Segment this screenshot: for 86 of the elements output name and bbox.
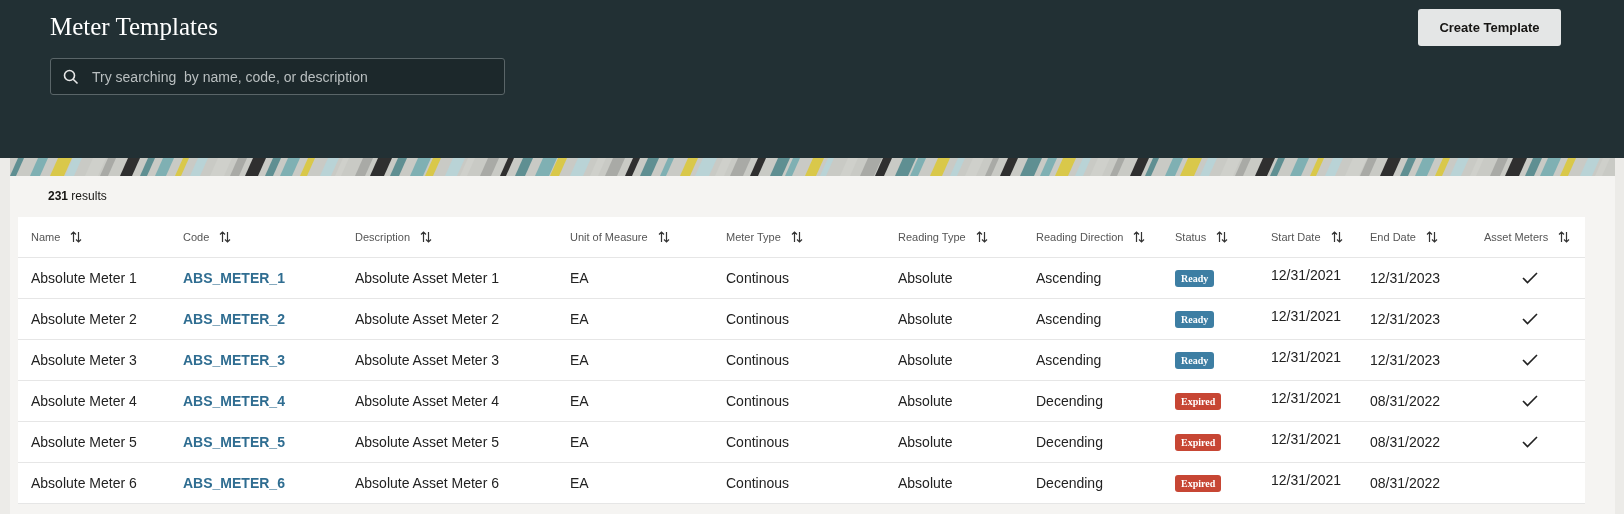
table-cell-text: EA	[570, 434, 590, 450]
table-cell-text: Absolute Asset Meter 2	[355, 311, 500, 327]
column-header[interactable]: Status	[1175, 231, 1271, 243]
code-link[interactable]: ABS_METER_1	[183, 270, 285, 286]
table-cell-text: Continous	[726, 393, 791, 409]
table-cell-text: 12/31/2021	[1271, 348, 1343, 365]
status-badge: Ready	[1175, 311, 1215, 328]
column-header[interactable]: Name	[31, 231, 183, 243]
table-cell-text: Absolute Meter 5	[31, 434, 138, 450]
sort-icon	[1330, 231, 1343, 243]
table-cell-text: Absolute Meter 3	[31, 352, 138, 368]
column-header[interactable]: Unit of Measure	[570, 231, 726, 243]
table-cell-text: Absolute	[898, 393, 954, 409]
code-link[interactable]: ABS_METER_3	[183, 352, 285, 368]
table-cell-text: EA	[570, 393, 590, 409]
column-header[interactable]: Reading Type	[898, 231, 1036, 243]
code-link[interactable]: ABS_METER_4	[183, 393, 285, 409]
table-cell-text: 12/31/2021	[1271, 266, 1343, 283]
sort-icon	[1425, 231, 1438, 243]
sort-icon	[975, 231, 988, 243]
table-cell-text: EA	[570, 475, 590, 491]
table-cell-text: Continous	[726, 270, 791, 286]
table-cell-text: Continous	[726, 311, 791, 327]
table-cell-text: Decending	[1036, 434, 1104, 450]
column-header[interactable]: Meter Type	[726, 231, 898, 243]
column-header[interactable]: Start Date	[1271, 231, 1370, 243]
sort-icon	[1558, 231, 1571, 243]
results-count: 231 results	[48, 189, 108, 205]
table-cell-text: 12/31/2021	[1271, 471, 1343, 488]
column-header[interactable]: Code	[183, 231, 355, 243]
code-link[interactable]: ABS_METER_2	[183, 311, 285, 327]
code-link[interactable]: ABS_METER_5	[183, 434, 285, 450]
search-field[interactable]: Try searching by name, code, or description	[50, 58, 505, 95]
table-cell-text: Ascending	[1036, 311, 1103, 327]
page-title: Meter Templates	[50, 13, 219, 41]
status-badge: Ready	[1175, 352, 1215, 369]
sort-icon	[1133, 231, 1146, 243]
sort-icon	[70, 231, 83, 243]
table-cell-text: 08/31/2022	[1370, 393, 1442, 409]
table-cell-text: 12/31/2021	[1271, 307, 1343, 324]
table-cell-text: Absolute Asset Meter 5	[355, 434, 500, 450]
table-cell-text: Continous	[726, 434, 791, 450]
table-cell-text: Absolute	[898, 475, 954, 491]
table-cell-text: Absolute Asset Meter 3	[355, 352, 500, 368]
table-cell-text: Absolute	[898, 311, 954, 327]
table-cell-text: Continous	[726, 475, 791, 491]
sort-icon	[657, 231, 670, 243]
status-badge: Ready	[1175, 270, 1215, 287]
status-badge: Expired	[1175, 475, 1222, 492]
table-cell-text: 08/31/2022	[1370, 434, 1442, 450]
table-cell-text: Ascending	[1036, 270, 1103, 286]
table-cell-text: Absolute	[898, 270, 954, 286]
code-link[interactable]: ABS_METER_6	[183, 475, 285, 491]
table-cell-text: 08/31/2022	[1370, 475, 1442, 491]
column-header[interactable]: Description	[355, 231, 570, 243]
sort-icon	[420, 231, 433, 243]
sort-icon	[790, 231, 803, 243]
table-cell-text: Absolute	[898, 434, 954, 450]
table-cell-text: Absolute Meter 4	[31, 393, 138, 409]
table-cell-text: 12/31/2021	[1271, 389, 1343, 406]
column-header[interactable]: End Date	[1370, 231, 1484, 243]
table-cell-text: Decending	[1036, 393, 1104, 409]
table-cell-text: EA	[570, 352, 590, 368]
table-cell-text: 12/31/2023	[1370, 311, 1442, 327]
table-cell-text: Absolute Asset Meter 1	[355, 270, 500, 286]
table-cell-text: Continous	[726, 352, 791, 368]
table-cell-text: Absolute Asset Meter 4	[355, 393, 500, 409]
status-badge: Expired	[1175, 434, 1222, 451]
table-cell-text: Decending	[1036, 475, 1104, 491]
table-cell-text: Absolute Asset Meter 6	[355, 475, 500, 491]
table-cell-text: 12/31/2023	[1370, 270, 1442, 286]
table-cell-text: 12/31/2023	[1370, 352, 1442, 368]
table-cell-text: Absolute Meter 1	[31, 270, 138, 286]
table-cell-text: Absolute	[898, 352, 954, 368]
create-template-button[interactable]: Create Template	[1418, 9, 1561, 46]
table-cell-text: EA	[570, 311, 590, 327]
table-cell-text: Absolute Meter 6	[31, 475, 138, 491]
column-header[interactable]: Asset Meters	[1484, 231, 1585, 243]
sort-icon	[1216, 231, 1229, 243]
table-cell-text: Absolute Meter 2	[31, 311, 138, 327]
sort-icon	[219, 231, 232, 243]
table-cell-text: 12/31/2021	[1271, 430, 1343, 447]
column-header[interactable]: Reading Direction	[1036, 231, 1175, 243]
table-cell-text: Ascending	[1036, 352, 1103, 368]
table-cell-text: EA	[570, 270, 590, 286]
status-badge: Expired	[1175, 393, 1222, 410]
